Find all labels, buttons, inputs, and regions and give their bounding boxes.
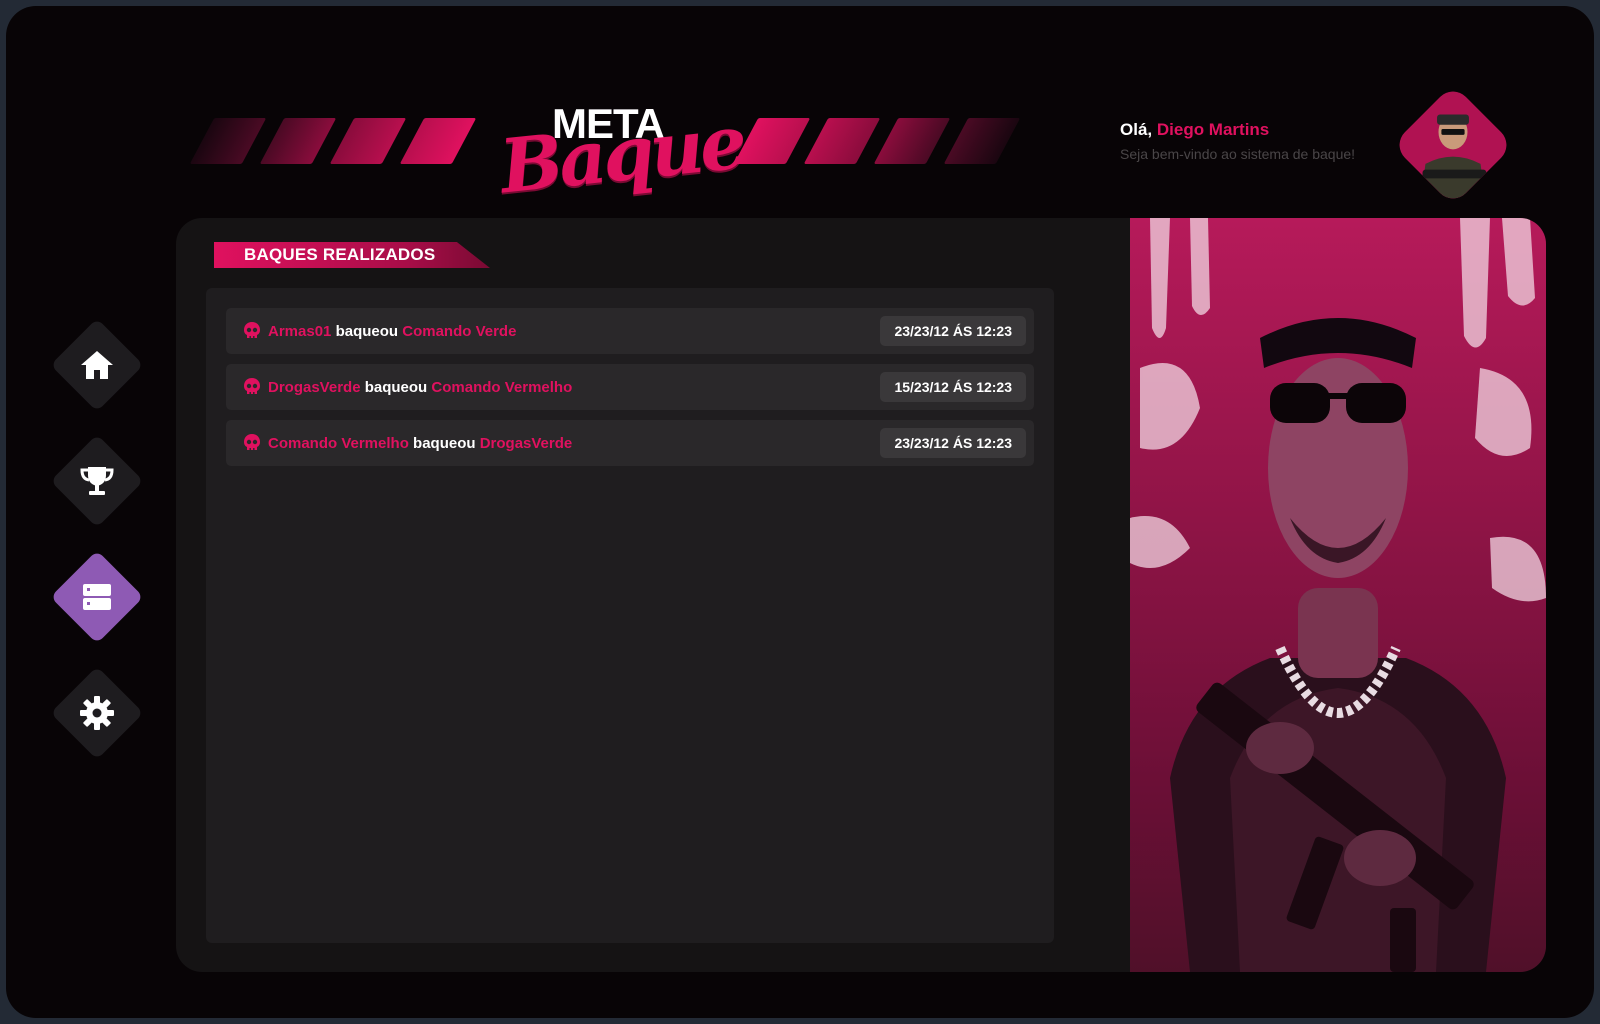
baque-date: 23/23/12 ÁS 12:23 (880, 316, 1026, 346)
greeting-hello: Olá, (1120, 120, 1153, 139)
attacker-name: Armas01 (268, 322, 332, 340)
baques-list: Armas01 baqueou Comando Verde 23/23/12 Á… (206, 288, 1054, 943)
nav-settings-button[interactable] (50, 666, 144, 760)
attacker-name: DrogasVerde (268, 378, 361, 396)
list-item[interactable]: Comando Vermelho baqueou DrogasVerde 23/… (226, 420, 1034, 466)
home-icon (81, 351, 113, 379)
nav-baques-button[interactable] (50, 550, 144, 644)
avatar[interactable] (1392, 84, 1514, 206)
brand-logo: META Baque (496, 94, 747, 214)
section-title: BAQUES REALIZADOS (214, 242, 490, 268)
server-icon (83, 584, 111, 610)
header-stripes-left (189, 118, 477, 164)
main-panel: BAQUES REALIZADOS Armas01 baqueou Comand… (176, 218, 1546, 972)
target-name: DrogasVerde (479, 434, 573, 452)
nav-home-button[interactable] (50, 318, 144, 412)
action-verb: baqueou (413, 434, 476, 452)
user-name: Diego Martins (1156, 120, 1270, 139)
list-item[interactable]: DrogasVerde baqueou Comando Vermelho 15/… (226, 364, 1034, 410)
avatar-portrait-icon (1392, 84, 1514, 206)
app-window: META Baque Olá, Diego Martins Seja bem-v… (6, 6, 1594, 1018)
header-stripes-right (733, 118, 1021, 164)
gear-icon (80, 696, 114, 730)
baque-date: 15/23/12 ÁS 12:23 (880, 372, 1026, 402)
character-illustration-icon (1130, 218, 1546, 972)
skull-icon (244, 322, 260, 338)
target-name: Comando Vermelho (431, 378, 573, 396)
trophy-icon (80, 467, 114, 495)
skull-icon (244, 378, 260, 394)
greeting-line: Olá, Diego Martins (1120, 120, 1355, 140)
baque-date: 23/23/12 ÁS 12:23 (880, 428, 1026, 458)
list-item[interactable]: Armas01 baqueou Comando Verde 23/23/12 Á… (226, 308, 1034, 354)
action-verb: baqueou (364, 378, 428, 396)
target-name: Comando Verde (402, 322, 517, 340)
logo-word-baque: Baque (496, 99, 747, 211)
user-greeting: Olá, Diego Martins Seja bem-vindo ao sis… (1120, 120, 1355, 162)
attacker-name: Comando Vermelho (268, 434, 409, 452)
nav-ranking-button[interactable] (50, 434, 144, 528)
hero-illustration (1130, 218, 1546, 972)
action-verb: baqueou (335, 322, 399, 340)
greeting-subtitle: Seja bem-vindo ao sistema de baque! (1120, 146, 1356, 162)
skull-icon (244, 434, 260, 450)
